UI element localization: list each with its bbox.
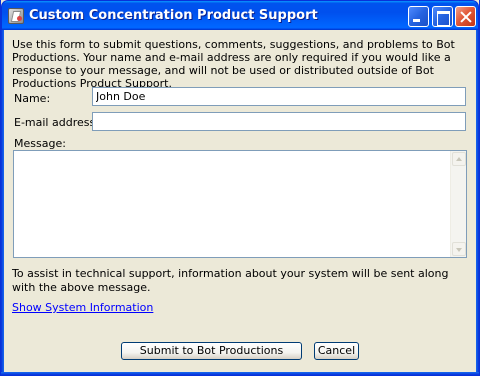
- message-scrollbar[interactable]: [450, 151, 466, 257]
- system-info-notice: To assist in technical support, informat…: [12, 267, 449, 294]
- maximize-button[interactable]: [432, 6, 453, 27]
- minimize-button[interactable]: [408, 6, 429, 27]
- title-bar[interactable]: Custom Concentration Product Support: [1, 0, 479, 30]
- email-field[interactable]: [92, 112, 466, 131]
- cancel-button[interactable]: Cancel: [314, 342, 359, 360]
- email-label: E-mail address:: [14, 116, 99, 129]
- message-textarea[interactable]: [13, 150, 467, 258]
- app-icon: [8, 8, 24, 24]
- window-frame-left: [1, 30, 4, 375]
- window-frame-bottom: [1, 372, 479, 375]
- name-field[interactable]: [92, 87, 466, 106]
- show-system-info-link[interactable]: Show System Information: [12, 301, 153, 314]
- name-label: Name:: [14, 92, 51, 105]
- intro-text: Use this form to submit questions, comme…: [12, 38, 455, 90]
- close-button[interactable]: [455, 6, 476, 27]
- support-dialog-window: Custom Concentration Product Support Use…: [0, 0, 480, 376]
- scroll-up-arrow-icon[interactable]: [452, 152, 466, 166]
- window-frame-right: [476, 30, 479, 375]
- submit-button[interactable]: Submit to Bot Productions: [121, 342, 302, 360]
- message-label: Message:: [14, 137, 66, 150]
- window-title: Custom Concentration Product Support: [29, 8, 318, 23]
- scroll-down-arrow-icon[interactable]: [452, 242, 466, 256]
